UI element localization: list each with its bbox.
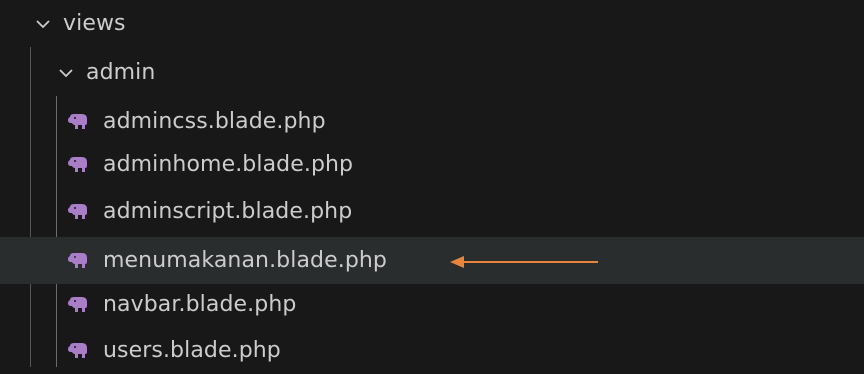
- file-item-navbar[interactable]: navbar.blade.php: [0, 281, 864, 328]
- file-label: navbar.blade.php: [103, 291, 297, 317]
- chevron-down-icon[interactable]: [33, 14, 53, 34]
- folder-views[interactable]: views: [0, 0, 864, 47]
- php-elephant-icon: [68, 113, 87, 129]
- php-elephant-icon: [68, 252, 87, 268]
- file-label: adminscript.blade.php: [103, 198, 353, 224]
- annotation-arrow-icon: [450, 256, 598, 268]
- file-item-admincss[interactable]: admincss.blade.php: [0, 98, 864, 145]
- file-item-adminscript[interactable]: adminscript.blade.php: [0, 188, 864, 235]
- file-label: menumakanan.blade.php: [103, 247, 387, 273]
- php-elephant-icon: [68, 156, 87, 172]
- chevron-down-icon[interactable]: [56, 63, 76, 83]
- folder-label-views: views: [63, 10, 126, 36]
- file-label: admincss.blade.php: [103, 108, 326, 134]
- folder-admin[interactable]: admin: [0, 49, 864, 96]
- php-elephant-icon: [68, 296, 87, 312]
- file-explorer: views admin admincss.blade.php adminhome…: [0, 0, 864, 367]
- php-elephant-icon: [68, 203, 87, 219]
- file-label: users.blade.php: [103, 337, 281, 363]
- folder-label-admin: admin: [86, 59, 156, 85]
- file-label: adminhome.blade.php: [103, 151, 354, 177]
- php-elephant-icon: [68, 342, 87, 358]
- file-item-menumakanan[interactable]: menumakanan.blade.php: [0, 237, 864, 284]
- file-item-adminhome[interactable]: adminhome.blade.php: [0, 141, 864, 188]
